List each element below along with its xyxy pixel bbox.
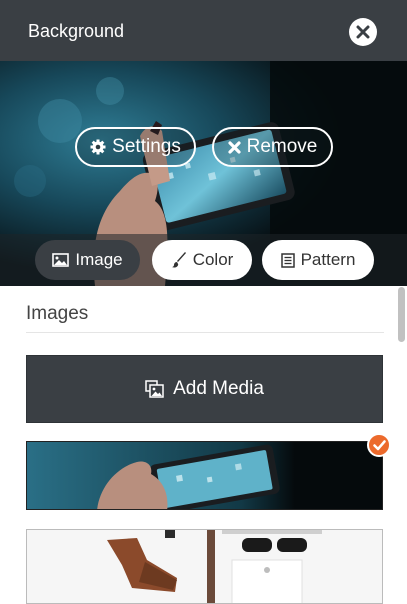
add-media-button[interactable]: Add Media — [26, 355, 383, 423]
close-icon — [356, 25, 370, 39]
checkmark-icon — [373, 440, 386, 451]
brush-icon — [171, 252, 186, 268]
add-media-label: Add Media — [173, 378, 264, 399]
background-type-tabs: Image Color Pattern — [0, 234, 407, 286]
background-preview: Settings Remove Image Color Pattern — [0, 61, 407, 286]
remove-button[interactable]: Remove — [212, 127, 333, 167]
image-icon — [52, 253, 70, 267]
close-button[interactable] — [349, 18, 377, 46]
panel-header: Background — [0, 0, 407, 61]
gear-icon — [90, 139, 106, 155]
tab-image-label: Image — [75, 250, 123, 269]
images-section-title: Images — [26, 303, 89, 324]
thumbnail-phone-image — [27, 442, 382, 509]
tab-pattern-label: Pattern — [300, 250, 356, 269]
thumbnail-flatlay-image — [27, 530, 382, 603]
pattern-icon — [280, 252, 295, 268]
tab-pattern[interactable]: Pattern — [262, 240, 374, 280]
settings-button[interactable]: Settings — [75, 127, 196, 167]
scrollbar-thumb[interactable] — [398, 287, 405, 342]
background-panel: Background Settings Remove Image Color P… — [0, 0, 407, 604]
settings-label: Settings — [112, 136, 181, 157]
image-thumbnail-selected[interactable] — [26, 441, 383, 510]
panel-title: Background — [28, 21, 125, 41]
tab-color[interactable]: Color — [152, 240, 252, 280]
media-icon — [145, 379, 164, 398]
images-content: Images Add Media — [0, 286, 407, 604]
selected-check-badge — [367, 433, 391, 457]
tab-color-label: Color — [192, 250, 234, 269]
tab-image[interactable]: Image — [35, 240, 140, 280]
section-divider — [26, 332, 384, 333]
image-thumbnail[interactable] — [26, 529, 383, 604]
remove-label: Remove — [246, 136, 318, 157]
remove-icon — [228, 140, 241, 154]
